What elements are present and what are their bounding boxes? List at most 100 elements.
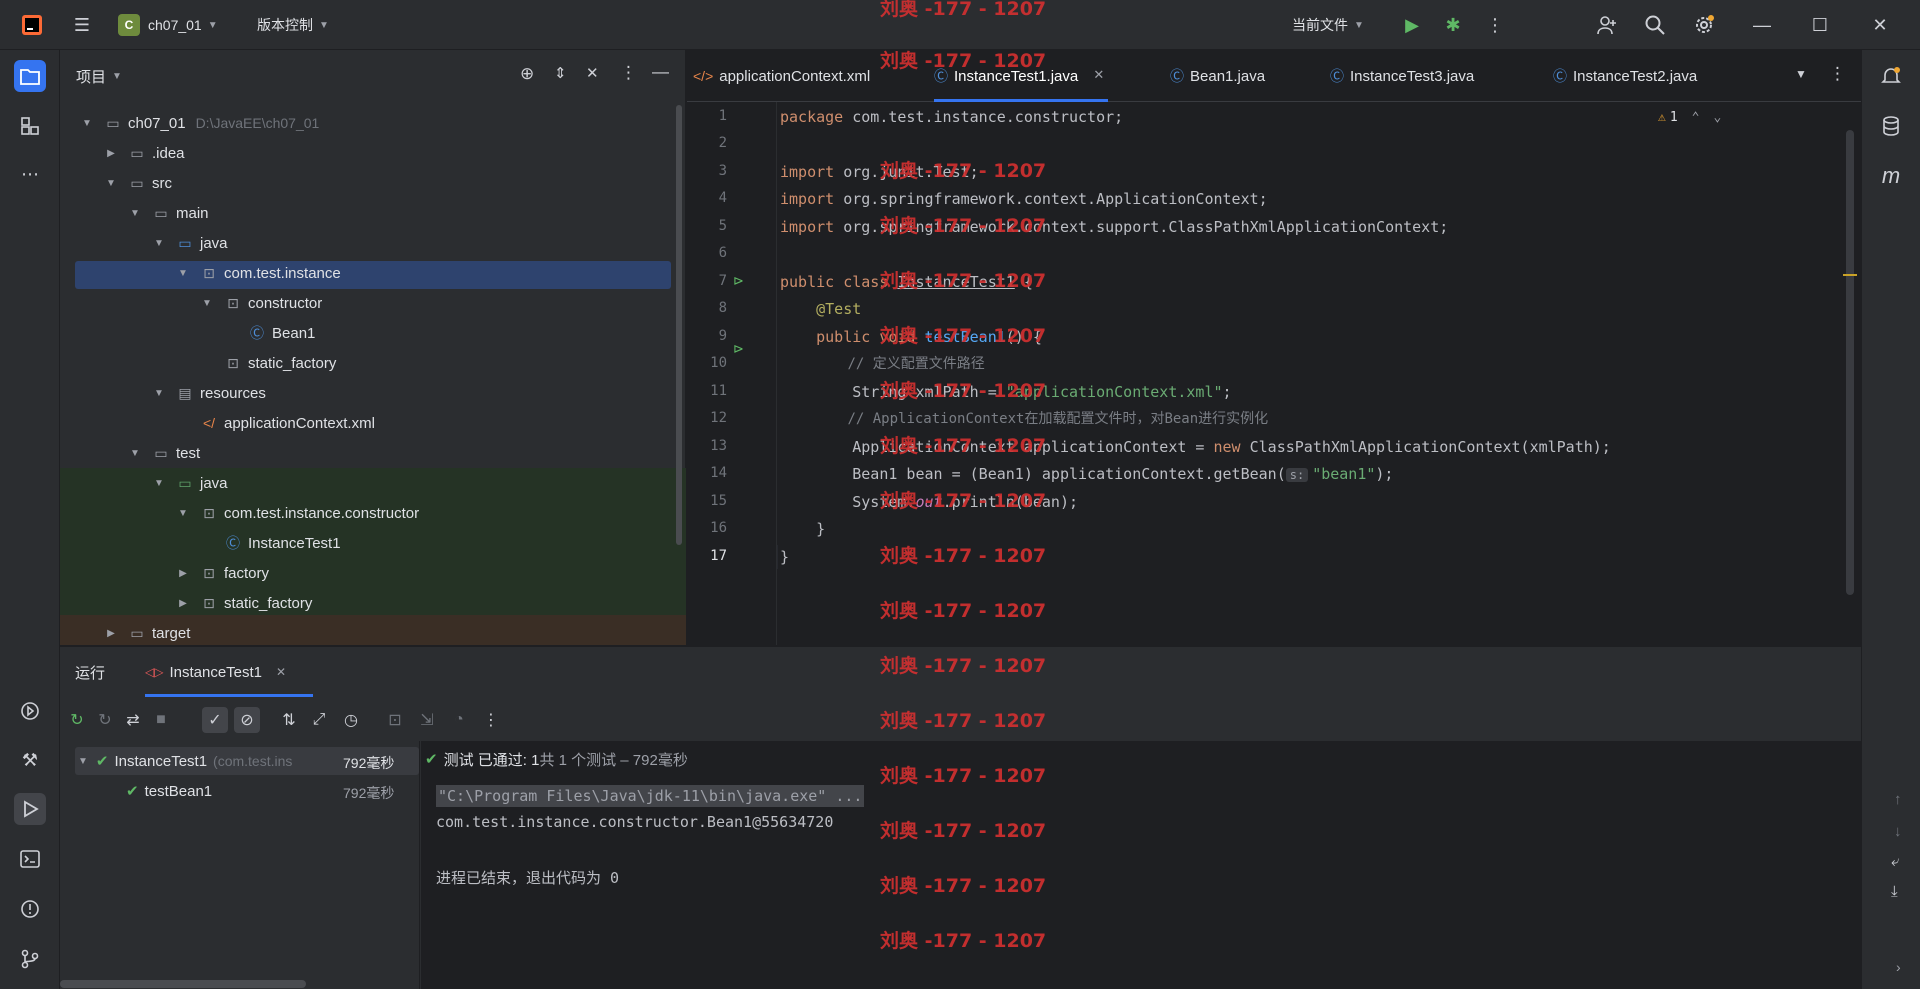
rerun-failed-icon[interactable]: ↻ xyxy=(92,707,118,733)
tree-item[interactable]: ▶ ▭ .idea xyxy=(60,138,680,168)
problems-icon[interactable] xyxy=(14,893,46,925)
chevron-down-icon[interactable]: ▼ xyxy=(200,298,214,309)
import-tests-icon[interactable]: ⇲ xyxy=(414,707,440,733)
chevron-right-icon[interactable]: ▶ xyxy=(176,568,190,579)
hide-panel-icon[interactable]: — xyxy=(652,62,669,82)
scroll-up-icon[interactable]: ↑ xyxy=(1894,791,1902,808)
run-icon[interactable]: ▶ xyxy=(1400,13,1424,37)
next-highlight-icon[interactable]: ⌄ xyxy=(1713,110,1721,125)
structure-tool-icon[interactable] xyxy=(14,110,46,142)
tab-applicationcontext-xml[interactable]: </> applicationContext.xml xyxy=(693,50,870,102)
collapse-all-icon[interactable]: ✕ xyxy=(586,64,599,82)
services-icon[interactable] xyxy=(14,695,46,727)
tree-item[interactable]: Ⓒ InstanceTest1 xyxy=(60,528,680,558)
console-output[interactable]: ✔ 测试 已通过: 1 共 1 个测试 – 792毫秒 "C:\Program … xyxy=(421,741,1902,989)
chevron-down-icon[interactable]: ▼ xyxy=(128,208,142,219)
tab-bean1-java[interactable]: Ⓒ Bean1.java xyxy=(1170,50,1265,102)
chevron-down-icon[interactable]: ▼ xyxy=(152,238,166,249)
tree-item[interactable]: ▶ ⊡ factory xyxy=(60,558,680,588)
add-user-icon[interactable] xyxy=(1595,13,1619,37)
project-switcher[interactable]: C ch07_01 ▼ xyxy=(118,0,218,50)
maven-icon[interactable]: m xyxy=(1875,160,1907,192)
show-ignored-icon[interactable]: ⊘ xyxy=(234,707,260,733)
more-vertical-icon[interactable]: ⋮ xyxy=(1483,13,1507,37)
main-menu-icon[interactable]: ☰ xyxy=(70,13,94,37)
test-tree-hscrollbar[interactable] xyxy=(60,980,306,988)
build-hammer-icon[interactable]: ⚒ xyxy=(14,744,46,776)
chevron-down-icon[interactable]: ▼ xyxy=(152,388,166,399)
close-tab-icon[interactable]: ✕ xyxy=(1093,67,1104,83)
chevron-down-icon[interactable]: ▼ xyxy=(128,448,142,459)
tab-instancetest3-java[interactable]: Ⓒ InstanceTest3.java xyxy=(1330,50,1474,102)
code-area[interactable]: package com.test.instance.constructor; i… xyxy=(778,102,1846,645)
tree-item[interactable]: ▼ ⊡ constructor xyxy=(60,288,680,318)
stop-icon[interactable]: ■ xyxy=(148,707,174,733)
chevron-right-icon[interactable]: ▶ xyxy=(176,598,190,609)
expand-all-icon[interactable]: ⇕ xyxy=(554,64,567,82)
chevron-down-icon[interactable]: ▼ xyxy=(152,478,166,489)
expand-chevron-right-icon[interactable]: › xyxy=(1896,959,1901,975)
tree-item[interactable]: ▶ ▭ target xyxy=(60,618,680,648)
chevron-down-icon[interactable]: ▼ xyxy=(176,268,190,279)
search-icon[interactable] xyxy=(1643,13,1667,37)
toggle-auto-test-icon[interactable]: ⇄ xyxy=(120,707,146,733)
coverage-icon[interactable]: ◔ xyxy=(446,707,472,733)
tree-item[interactable]: ▼ ▭ java xyxy=(60,228,680,258)
git-icon[interactable] xyxy=(14,943,46,975)
close-tab-icon[interactable]: ✕ xyxy=(276,665,286,679)
debug-icon[interactable]: ✱ xyxy=(1441,13,1465,37)
test-suite-row[interactable]: ▼ ✔ InstanceTest1 (com.test.ins xyxy=(78,747,292,775)
collapse-icon[interactable]: ⤢ xyxy=(306,707,332,733)
options-vertical-icon[interactable]: ⋮ xyxy=(620,63,637,83)
soft-wrap-icon[interactable]: ⤶ xyxy=(1891,853,1899,870)
tree-item[interactable]: ▼ ⊡ com.test.instance.constructor xyxy=(60,498,680,528)
more-vertical-icon[interactable]: ⋮ xyxy=(478,707,504,733)
run-tab-instancetest1[interactable]: ◁▷ InstanceTest1 ✕ xyxy=(145,647,286,697)
chevron-down-icon[interactable]: ▼ xyxy=(176,508,190,519)
settings-gear-icon[interactable] xyxy=(1692,13,1716,37)
project-tool-icon[interactable] xyxy=(14,60,46,92)
tree-item[interactable]: ▼ ▭ ch07_01 D:\JavaEE\ch07_01 xyxy=(60,108,680,138)
prev-highlight-icon[interactable]: ⌃ xyxy=(1692,110,1700,125)
test-method-row[interactable]: ✔ testBean1 xyxy=(126,777,212,805)
tree-item[interactable]: ▼ ⊡ com.test.instance xyxy=(60,258,680,288)
database-icon[interactable] xyxy=(1875,110,1907,142)
tree-item[interactable]: ▼ ▤ resources xyxy=(60,378,680,408)
inspection-widget[interactable]: ⚠ 1 ⌃ ⌄ xyxy=(1658,110,1721,125)
tab-list-chevron-icon[interactable]: ▼ xyxy=(1795,67,1807,81)
minimize-icon[interactable]: — xyxy=(1750,13,1774,37)
project-view-selector[interactable]: 项目 ▼ xyxy=(76,66,122,87)
history-clock-icon[interactable]: ◷ xyxy=(338,707,364,733)
close-window-icon[interactable]: ✕ xyxy=(1868,13,1892,37)
scroll-down-icon[interactable]: ↓ xyxy=(1894,823,1902,840)
chevron-down-icon[interactable]: ▼ xyxy=(80,118,94,129)
locate-file-icon[interactable]: ⊕ xyxy=(520,64,534,84)
sort-icon[interactable]: ⇅ xyxy=(276,707,302,733)
tree-item[interactable]: ⊡ static_factory xyxy=(60,348,680,378)
tree-item[interactable]: ▼ ▭ src xyxy=(60,168,680,198)
more-tools-icon[interactable]: ⋯ xyxy=(14,158,46,190)
intellij-logo-icon[interactable] xyxy=(20,13,44,37)
run-gutter-icon[interactable]: ⊳ xyxy=(733,341,744,357)
tree-item[interactable]: </ applicationContext.xml xyxy=(60,408,680,438)
scroll-to-end-icon[interactable]: ⤓ xyxy=(1891,883,1898,900)
tab-options-vertical-icon[interactable]: ⋮ xyxy=(1829,64,1846,84)
tree-item[interactable]: Ⓒ Bean1 xyxy=(60,318,680,348)
show-passed-icon[interactable]: ✓ xyxy=(202,707,228,733)
tree-item[interactable]: ▼ ▭ java xyxy=(60,468,680,498)
editor-scrollbar[interactable] xyxy=(1846,130,1854,595)
tree-item[interactable]: ▼ ▭ main xyxy=(60,198,680,228)
run-gutter-icon[interactable]: ⊳ xyxy=(733,273,744,289)
tree-scrollbar[interactable] xyxy=(676,105,682,545)
tree-item[interactable]: ▼ ▭ test xyxy=(60,438,680,468)
chevron-right-icon[interactable]: ▶ xyxy=(104,148,118,159)
chevron-right-icon[interactable]: ▶ xyxy=(104,628,118,639)
run-tool-icon[interactable] xyxy=(14,793,46,825)
camera-icon[interactable]: ⊡ xyxy=(382,707,408,733)
tree-item[interactable]: ▶ ⊡ static_factory xyxy=(60,588,680,618)
terminal-icon[interactable] xyxy=(14,843,46,875)
vcs-menu[interactable]: 版本控制 ▼ xyxy=(257,0,329,50)
tab-instancetest1-java[interactable]: Ⓒ InstanceTest1.java ✕ xyxy=(934,50,1109,102)
warning-stripe-marker[interactable] xyxy=(1843,274,1857,276)
tab-instancetest2-java[interactable]: Ⓒ InstanceTest2.java xyxy=(1553,50,1697,102)
